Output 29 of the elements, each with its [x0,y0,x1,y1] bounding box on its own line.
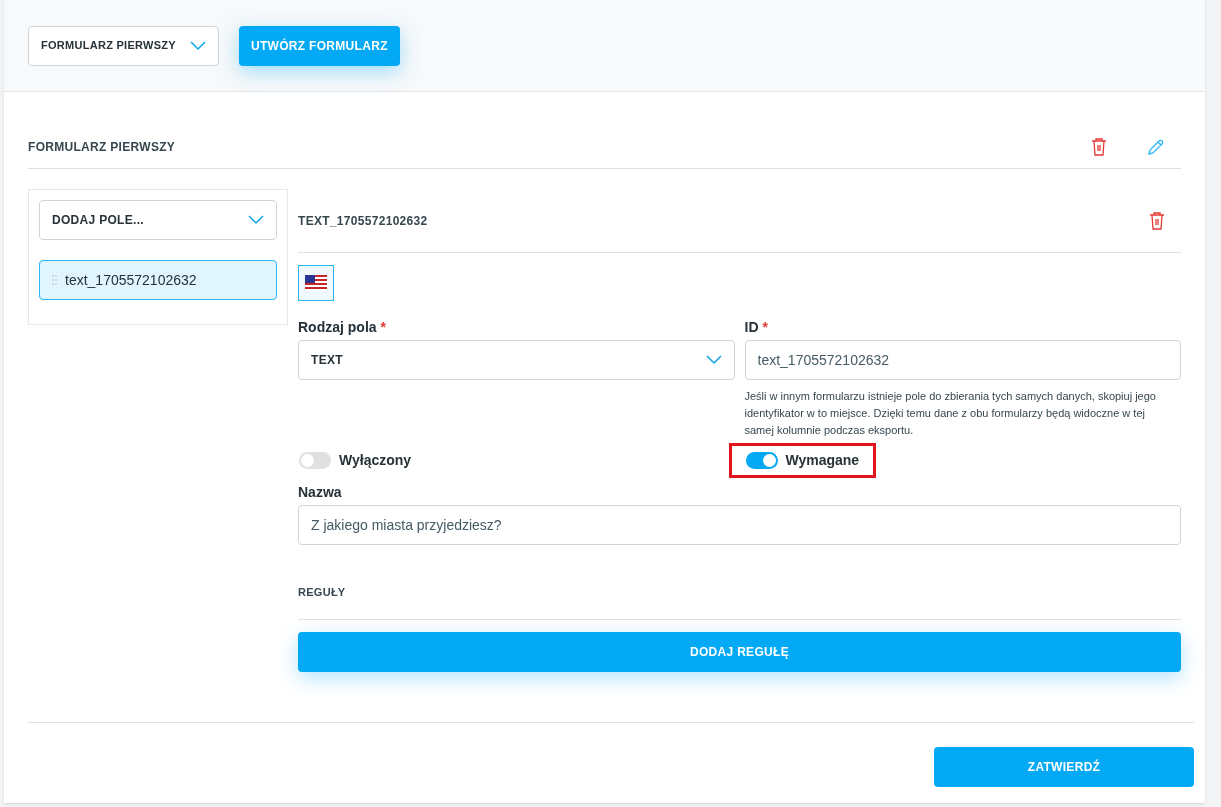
field-type-label: Rodzaj pola [298,319,377,335]
rules-title: REGUŁY [298,586,346,598]
pencil-icon[interactable] [1147,138,1165,156]
toggle-label: Wyłączony [339,451,412,470]
required-mark: * [380,319,386,335]
field-name: text_1705572102632 [65,270,197,290]
chevron-down-icon [705,355,722,365]
toggle-switch[interactable] [299,452,331,469]
required-mark: * [762,319,768,335]
us-flag-icon [305,275,327,291]
chevron-down-icon [190,40,206,51]
form-select[interactable]: FORMULARZ PIERWSZY [28,25,219,66]
drag-handle-icon[interactable] [52,275,57,285]
field-type-select[interactable]: TEXT [298,340,735,380]
toggle-switch[interactable] [745,452,778,469]
add-field-select[interactable]: DODAJ POLE... [39,200,277,240]
toggle-label: Wymagane [785,451,860,470]
id-label: ID [744,319,759,335]
id-hint: Jeśli w innym formularzu istnieje pole do zbierania tych samych danych, skopiuj jego identyfikator w to miejsce. Dzięki temu dane z obu formularzy będą widoczne w tej samej kolumnie podczas eksportu. [744,389,1157,438]
field-list-item[interactable]: text_1705572102632 [39,260,277,300]
id-input[interactable]: text_1705572102632 [744,340,1181,380]
name-input[interactable]: Z jakiego miasta przyjedziesz? [298,505,1181,545]
language-flag-button[interactable] [298,265,334,301]
trash-icon[interactable] [1091,138,1107,156]
form-title: FORMULARZ PIERWSZY [28,139,176,156]
name-label: Nazwa [298,484,342,500]
field-title: TEXT_1705572102632 [298,212,428,230]
chevron-down-icon [248,215,264,225]
trash-icon[interactable] [1149,211,1165,230]
